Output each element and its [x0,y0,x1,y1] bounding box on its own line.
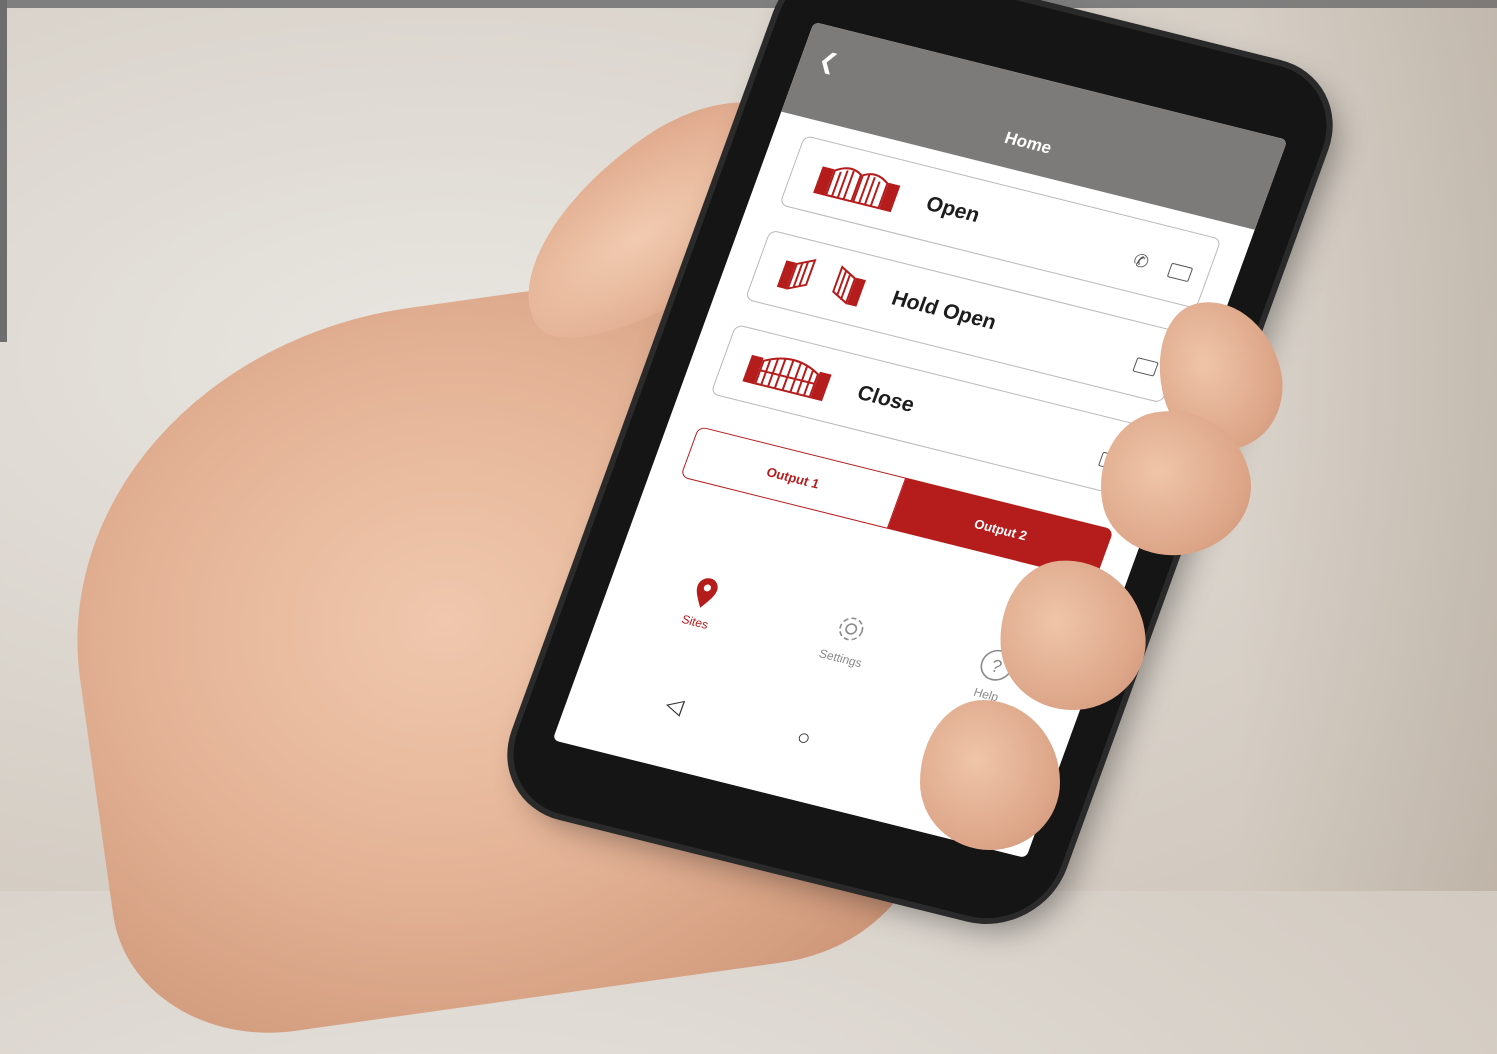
nav-item-settings[interactable]: Settings [780,596,916,680]
action-label: Hold Open [888,286,1000,335]
gate-open-icon [813,166,901,213]
gate-closed-icon [742,354,832,402]
nav-label: Sites [679,612,711,632]
triangle-back-icon[interactable]: ◁ [662,691,687,720]
message-icon[interactable] [1132,357,1159,377]
chevron-left-icon[interactable]: ❮ [815,47,841,76]
background-left-strip [0,0,7,342]
gear-icon [839,617,864,641]
message-icon[interactable] [1166,262,1194,283]
tab-output-1[interactable]: Output 1 [680,426,907,529]
gate-hold-open-icon [776,258,866,307]
nav-item-sites[interactable]: Sites [634,559,770,643]
location-pin-icon [696,578,718,608]
action-label: Open [922,192,983,227]
action-label: Close [854,381,918,417]
phone-call-icon[interactable]: ✆ [1130,250,1152,273]
circle-home-icon[interactable]: ○ [793,724,814,752]
